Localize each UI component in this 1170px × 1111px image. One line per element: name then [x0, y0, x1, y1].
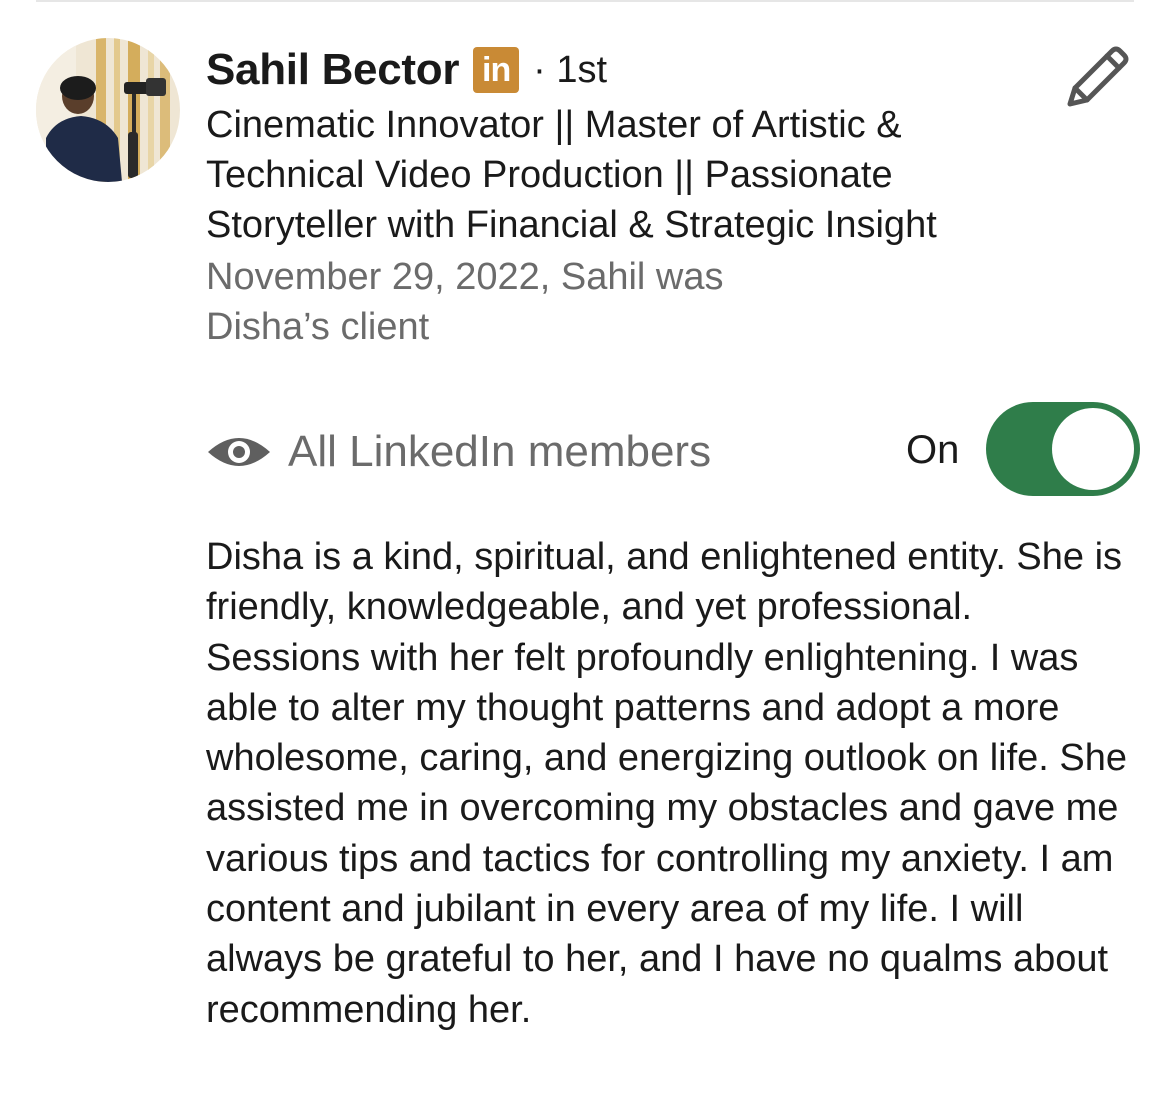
eye-icon: [208, 438, 270, 466]
top-divider: [36, 0, 1134, 2]
avatar[interactable]: [36, 38, 180, 182]
connection-degree: · 1st: [533, 48, 608, 91]
author-name-row: Sahil Bector in · 1st: [206, 44, 1006, 96]
recommendation-header: Sahil Bector in · 1st Cinematic Innovato…: [206, 44, 1006, 352]
visibility-state-label: On: [906, 428, 960, 472]
author-name[interactable]: Sahil Bector: [206, 45, 459, 95]
recommendation-relation: November 29, 2022, Sahil was Disha’s cli…: [206, 256, 724, 348]
visibility-toggle[interactable]: [986, 402, 1140, 496]
recommendation-text: Disha is a kind, spiritual, and enlighte…: [206, 536, 1128, 1031]
linkedin-premium-badge-icon: in: [473, 47, 520, 93]
visibility-row: All LinkedIn members: [206, 420, 711, 484]
toggle-knob: [1052, 408, 1134, 490]
visibility-label: All LinkedIn members: [288, 427, 712, 476]
author-headline: Cinematic Innovator || Master of Artisti…: [206, 104, 937, 246]
pencil-icon: [1067, 46, 1129, 107]
edit-button[interactable]: [1060, 40, 1134, 108]
avatar-photo: [36, 38, 180, 182]
